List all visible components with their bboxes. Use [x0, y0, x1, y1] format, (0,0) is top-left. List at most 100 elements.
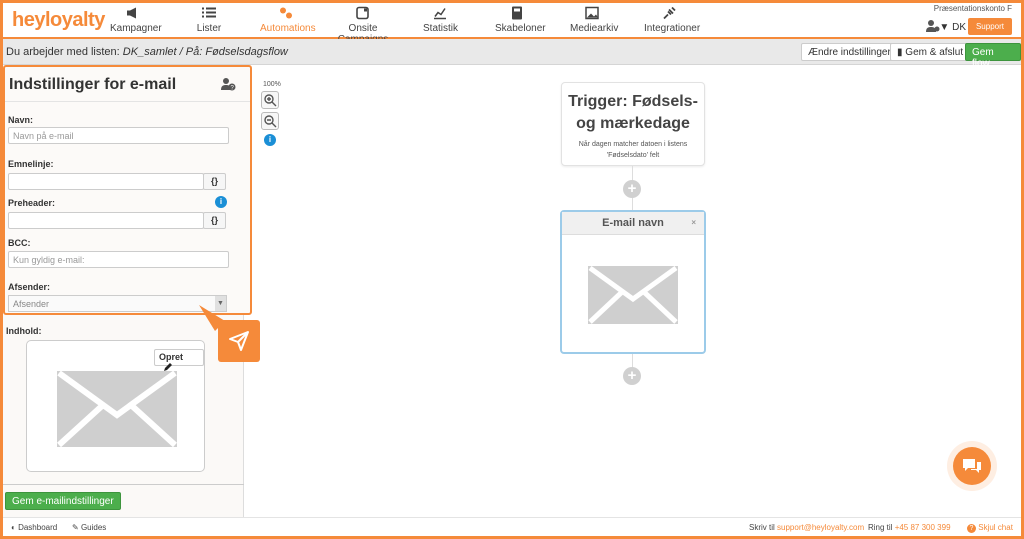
create-content-button[interactable]: Opret: [154, 349, 204, 371]
write-to-label: Skriv til: [749, 523, 775, 532]
guides-icon: ✎: [72, 523, 79, 532]
sender-label: Afsender:: [8, 282, 51, 292]
hide-chat-label: Skjul chat: [978, 523, 1013, 532]
nav-mediearkiv[interactable]: Mediearkiv: [570, 6, 618, 34]
info-icon[interactable]: i: [264, 134, 276, 146]
panel-title: Indstillinger for e-mail: [9, 76, 177, 93]
megaphone-icon: [127, 7, 136, 19]
nav-label: Automations: [260, 23, 316, 34]
template-icon: [512, 6, 522, 20]
envelope-icon: [57, 371, 177, 447]
flow-subheader: Du arbejder med listen: DK_samlet / På: …: [3, 39, 1021, 69]
chat-icon: [963, 459, 981, 473]
footer: ◐ Dashboard ✎ Guides Skriv til support@h…: [3, 517, 1021, 536]
chat-button[interactable]: [953, 447, 991, 485]
nav-statistik[interactable]: Statistik: [423, 6, 458, 34]
nav-label: Skabeloner: [495, 23, 546, 34]
support-button[interactable]: Support: [967, 18, 1012, 35]
save-exit-label: Gem & afslut: [905, 47, 964, 58]
add-step-button[interactable]: +: [623, 180, 641, 198]
nav-automations[interactable]: Automations: [260, 6, 316, 34]
preheader-input[interactable]: [8, 212, 204, 229]
plug-icon: [663, 6, 676, 20]
change-settings-button[interactable]: Ændre indstillinger: [801, 43, 898, 61]
zoom-out-icon: [264, 115, 277, 128]
phone-link[interactable]: +45 87 300 399: [895, 523, 951, 532]
hide-chat-button[interactable]: ? Skjul chat: [967, 523, 1013, 533]
dashboard-icon: ◐: [11, 523, 16, 532]
support-email-link[interactable]: support@heyloyalty.com: [777, 523, 864, 532]
user-help-icon[interactable]: ?: [221, 77, 236, 91]
title-separator: [5, 101, 250, 102]
zoom-out-button[interactable]: [261, 112, 279, 130]
email-node-title: E-mail navn: [602, 217, 664, 229]
list-prefix: Du arbejder med listen:: [6, 46, 120, 58]
chart-icon: [434, 8, 446, 20]
nav-label: Kampagner: [110, 23, 162, 34]
language-select[interactable]: ▼ DK: [939, 22, 966, 33]
nav-lister[interactable]: Lister: [196, 6, 222, 34]
preheader-label: Preheader:: [8, 198, 56, 208]
flow-prefix: / På:: [179, 46, 203, 58]
nav-integrationer[interactable]: Integrationer: [644, 6, 700, 34]
info-icon[interactable]: i: [215, 196, 227, 208]
send-badge: [218, 320, 260, 362]
help-icon: ?: [967, 524, 976, 533]
save-icon: ▮: [897, 47, 903, 58]
subject-input[interactable]: [8, 173, 204, 190]
trigger-desc-line1: Når dagen matcher datoen i listens: [578, 141, 688, 148]
paper-plane-icon: [229, 331, 249, 351]
subject-merge-tags-button[interactable]: {}: [203, 173, 226, 190]
nav-kampagner[interactable]: Kampagner: [110, 6, 162, 34]
trigger-desc-line2: 'Fødselsdato' felt: [606, 152, 660, 159]
save-email-settings-button[interactable]: Gem e-mailindstillinger: [5, 492, 121, 510]
panel-separator: [3, 484, 244, 485]
preheader-merge-tags-button[interactable]: {}: [203, 212, 226, 229]
email-node[interactable]: E-mail navn ×: [560, 210, 706, 354]
bcc-input[interactable]: Kun gyldig e-mail:: [8, 251, 229, 268]
email-name-input[interactable]: Navn på e-mail: [8, 127, 229, 144]
nav-label: Integrationer: [644, 23, 701, 34]
name-label: Navn:: [8, 115, 34, 125]
save-exit-button[interactable]: ▮ Gem & afslut: [890, 43, 971, 61]
add-step-button[interactable]: +: [623, 367, 641, 385]
flow-connector: [632, 354, 633, 368]
guides-link: Guides: [80, 523, 107, 532]
image-icon: [585, 6, 599, 20]
footer-dashboard[interactable]: ◐ Dashboard: [11, 523, 57, 532]
left-panel: Indstillinger for e-mail ? Navn: Navn på…: [3, 65, 252, 517]
user-settings-icon[interactable]: [926, 20, 940, 32]
zoom-in-button[interactable]: [261, 91, 279, 109]
pencil-icon: [164, 363, 172, 371]
bcc-label: BCC:: [8, 238, 31, 248]
email-node-header: E-mail navn ×: [562, 212, 704, 235]
trigger-title: Trigger: Fødsels- og mærkedage: [568, 93, 698, 132]
zoom-level: 100%: [263, 81, 281, 88]
automation-icon: [280, 7, 292, 19]
footer-guides[interactable]: ✎ Guides: [72, 523, 106, 532]
create-label: Opret: [159, 352, 184, 362]
list-name: DK_samlet: [122, 46, 177, 58]
footer-phone: Ring til +45 87 300 399: [868, 523, 951, 532]
dashboard-link: Dashboard: [18, 523, 58, 532]
onsite-icon: [356, 6, 369, 20]
nav-label: Lister: [196, 23, 222, 34]
email-content-preview[interactable]: Opret: [26, 340, 205, 472]
envelope-icon: [588, 266, 678, 324]
email-settings-panel: Indstillinger for e-mail ? Navn: Navn på…: [3, 65, 252, 315]
footer-support: Skriv til support@heyloyalty.com: [749, 523, 864, 532]
zoom-in-icon: [264, 94, 277, 107]
working-list-info: Du arbejder med listen: DK_samlet / På: …: [6, 46, 288, 58]
trigger-node[interactable]: Trigger: Fødsels- og mærkedage Når dagen…: [561, 82, 705, 166]
flow-name: Fødselsdagsflow: [205, 46, 288, 58]
call-label: Ring til: [868, 523, 893, 532]
logo: heyloyalty: [12, 9, 105, 31]
chat-launcher[interactable]: [947, 441, 997, 491]
close-icon[interactable]: ×: [691, 212, 696, 234]
sender-value: Afsender: [13, 299, 50, 309]
nav-skabeloner[interactable]: Skabeloner: [495, 6, 546, 34]
account-name[interactable]: Præsentationskonto F: [934, 4, 1012, 13]
sender-select[interactable]: Afsender ▼: [8, 295, 227, 312]
save-flow-button[interactable]: Gem flow: [965, 43, 1021, 69]
list-icon: [202, 7, 216, 18]
